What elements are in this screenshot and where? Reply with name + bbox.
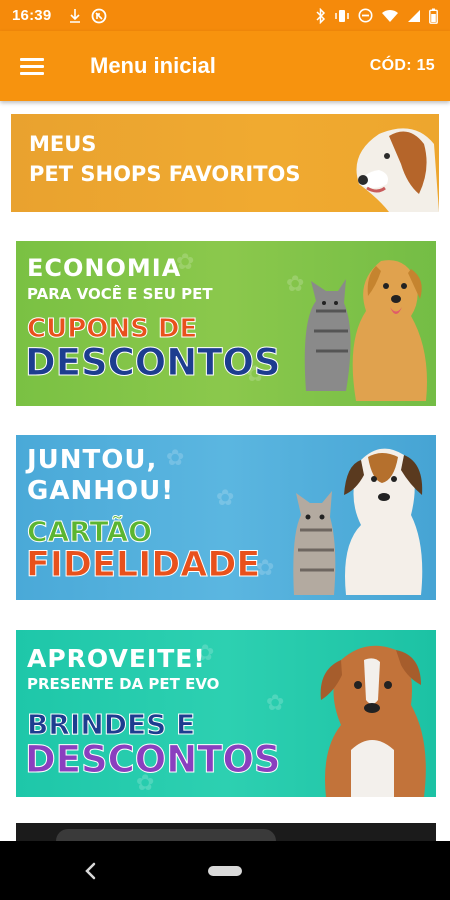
battery-icon <box>429 8 438 24</box>
banner-line: DESCONTOS <box>25 738 282 782</box>
dog-illustration <box>356 128 439 212</box>
banner-image-edge <box>56 829 276 841</box>
favorite-pet-shops-banner[interactable]: MEUS PET SHOPS FAVORITOS <box>11 114 439 212</box>
banner-line: PRESENTE DA PET EVO <box>27 675 220 693</box>
loyalty-card-banner[interactable]: ✿ ✿ ✿ JUNTOU, GANHOU! CARTÃO FIDELIDADE <box>16 435 436 600</box>
banner-line: JUNTOU, <box>27 445 158 475</box>
hamburger-menu-icon[interactable] <box>20 52 48 80</box>
user-code: CÓD: 15 <box>369 57 435 74</box>
discount-coupons-banner[interactable]: ✿ ✿ ✿ ECONOMIA PARA VOCÊ E SEU PET CUPON… <box>16 241 436 406</box>
cat-and-dog-illustration <box>304 260 427 401</box>
status-left-icons <box>69 8 107 24</box>
kitten-and-puppy-illustration <box>293 448 423 595</box>
page-title: Menu inicial <box>90 53 216 78</box>
download-icon <box>70 8 81 23</box>
status-time: 16:39 <box>12 7 52 24</box>
partial-banner[interactable] <box>16 823 436 841</box>
banner-line: DESCONTOS <box>25 341 282 385</box>
system-navigation-bar <box>0 841 450 900</box>
status-right-icons <box>316 7 438 24</box>
banner-line: CUPONS DE <box>26 314 198 345</box>
banner-line: APROVEITE! <box>27 644 206 673</box>
menu-content: MEUS PET SHOPS FAVORITOS ✿ ✿ ✿ ECONOMIA … <box>0 101 450 841</box>
banner-line: ECONOMIA <box>27 254 182 282</box>
app-bar: Menu inicial CÓD: 15 <box>0 31 450 101</box>
home-pill-icon[interactable] <box>208 866 242 876</box>
banner-line: PARA VOCÊ E SEU PET <box>27 285 213 303</box>
no-sim-icon <box>91 8 107 23</box>
wifi-icon <box>382 9 398 22</box>
banner-line: PET SHOPS FAVORITOS <box>29 162 301 186</box>
banner-line: BRINDES E <box>26 708 196 742</box>
banner-line: MEUS <box>29 132 97 156</box>
banner-line: GANHOU! <box>27 476 175 506</box>
puppy-illustration <box>320 645 426 797</box>
vibrate-icon <box>335 9 349 22</box>
do-not-disturb-icon <box>358 8 373 23</box>
banner-line: CARTÃO <box>27 515 153 549</box>
signal-icon <box>408 9 420 22</box>
bluetooth-icon <box>316 7 326 24</box>
status-bar: 16:39 <box>0 0 450 31</box>
banner-line: FIDELIDADE <box>25 545 261 586</box>
back-icon[interactable] <box>80 859 100 883</box>
gifts-and-discounts-banner[interactable]: ✿ ✿ ✿ APROVEITE! PRESENTE DA PET EVO BRI… <box>16 630 436 797</box>
